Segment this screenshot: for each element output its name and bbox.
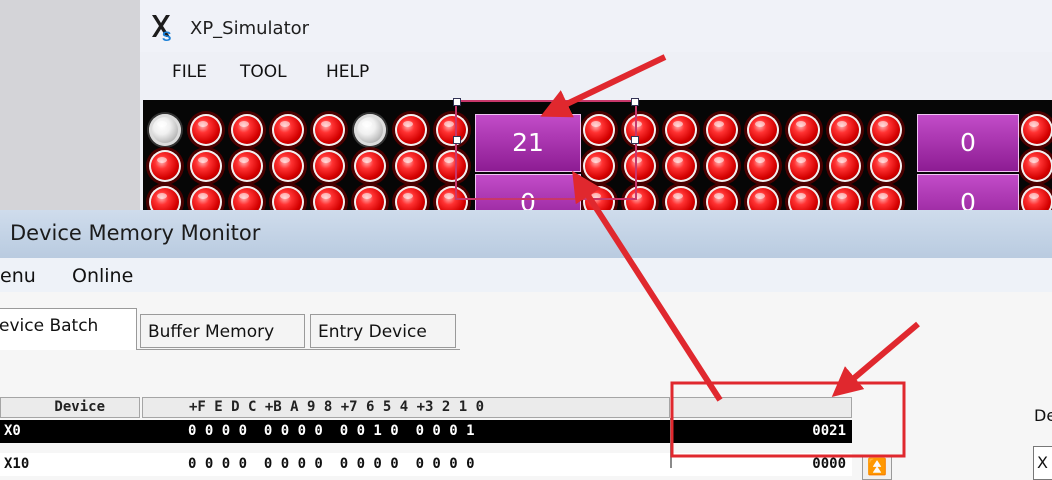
led-icon[interactable] [747,114,779,146]
led-icon[interactable] [706,186,738,210]
led-icon[interactable] [829,186,861,210]
menu-menu[interactable]: enu [0,265,36,287]
tab-buffer-memory[interactable]: Buffer Memory [140,314,305,348]
device-cell: X0 [4,423,21,439]
xp-simulator-window: S XP_Simulator FILE TOOL HELP 21 0 0 0 [140,0,1052,210]
word-value-cell: 0000 [812,456,846,472]
led-icon[interactable] [354,114,386,146]
led-icon[interactable] [272,150,304,182]
tab-device-batch[interactable]: evice Batch [0,308,137,350]
xs-logo-icon: S [152,15,171,42]
led-icon[interactable] [190,114,222,146]
menu-help[interactable]: HELP [326,62,369,82]
led-icon[interactable] [788,150,820,182]
led-icon[interactable] [395,186,427,210]
selection-handle[interactable] [453,98,461,106]
monitor-titlebar: Device Memory Monitor [0,210,1052,258]
device-cell: X10 [4,456,30,472]
led-icon[interactable] [272,186,304,210]
led-icon[interactable] [870,114,902,146]
led-icon[interactable] [395,114,427,146]
led-icon[interactable] [870,150,902,182]
tab-entry-device[interactable]: Entry Device [310,314,456,348]
led-icon[interactable] [395,150,427,182]
led-icon[interactable] [149,186,181,210]
led-icon[interactable] [665,150,697,182]
digit-display-3[interactable]: 0 [917,114,1019,172]
led-icon[interactable] [788,114,820,146]
menu-tool[interactable]: TOOL [240,62,287,82]
led-icon[interactable] [272,114,304,146]
side-panel-label: De [1034,406,1052,425]
selection-rectangle [453,98,639,200]
led-icon[interactable] [313,114,345,146]
led-icon[interactable] [829,114,861,146]
led-icon[interactable] [706,114,738,146]
led-icon[interactable] [665,186,697,210]
led-icon[interactable] [354,150,386,182]
chevron-double-up-icon[interactable]: ⏫ [862,455,892,480]
led-icon[interactable] [190,150,222,182]
digit-display-4[interactable]: 0 [917,174,1019,210]
column-header-device: Device [0,397,140,418]
simulator-titlebar: S XP_Simulator [140,0,1052,52]
led-icon[interactable] [313,150,345,182]
menu-file[interactable]: FILE [172,62,207,82]
led-icon[interactable] [747,150,779,182]
led-icon[interactable] [313,186,345,210]
led-icon[interactable] [231,114,263,146]
led-icon[interactable] [149,114,181,146]
bits-cell: 0 0 0 0 0 0 0 0 0 0 0 0 0 0 0 0 [188,456,475,472]
selection-handle[interactable] [631,136,639,144]
selection-handle[interactable] [453,136,461,144]
led-icon[interactable] [354,186,386,210]
word-value-cell: 0021 [812,423,846,439]
led-icon[interactable] [1021,150,1052,182]
led-icon[interactable] [829,150,861,182]
selection-handle[interactable] [631,98,639,106]
column-header-bits: +F E D C +B A 9 8 +7 6 5 4 +3 2 1 0 [142,397,670,418]
led-icon[interactable] [870,186,902,210]
led-icon[interactable] [706,150,738,182]
led-icon[interactable] [231,186,263,210]
led-icon[interactable] [788,186,820,210]
menu-online[interactable]: Online [72,265,133,287]
simulator-title: XP_Simulator [190,18,310,39]
background-window-area [0,0,140,210]
led-icon[interactable] [190,186,222,210]
monitor-menubar [0,258,1052,292]
led-icon[interactable] [747,186,779,210]
svg-text:S: S [162,28,171,42]
led-icon[interactable] [231,150,263,182]
table-row[interactable]: X10 0 0 0 0 0 0 0 0 0 0 0 0 0 0 0 0 0000 [0,453,852,476]
table-row[interactable]: X0 0 0 0 0 0 0 0 0 0 0 1 0 0 0 0 1 0021 [0,420,852,443]
led-icon[interactable] [665,114,697,146]
bits-cell: 0 0 0 0 0 0 0 0 0 0 1 0 0 0 0 1 [188,423,475,439]
device-input-field[interactable]: X [1033,446,1052,480]
column-header-word [672,397,852,418]
led-icon[interactable] [149,150,181,182]
device-memory-monitor-window: Device Memory Monitor enu Online evice B… [0,210,1052,480]
column-separator [670,418,672,468]
led-icon[interactable] [1021,114,1052,146]
monitor-title: Device Memory Monitor [10,221,261,245]
led-icon[interactable] [1021,186,1052,210]
